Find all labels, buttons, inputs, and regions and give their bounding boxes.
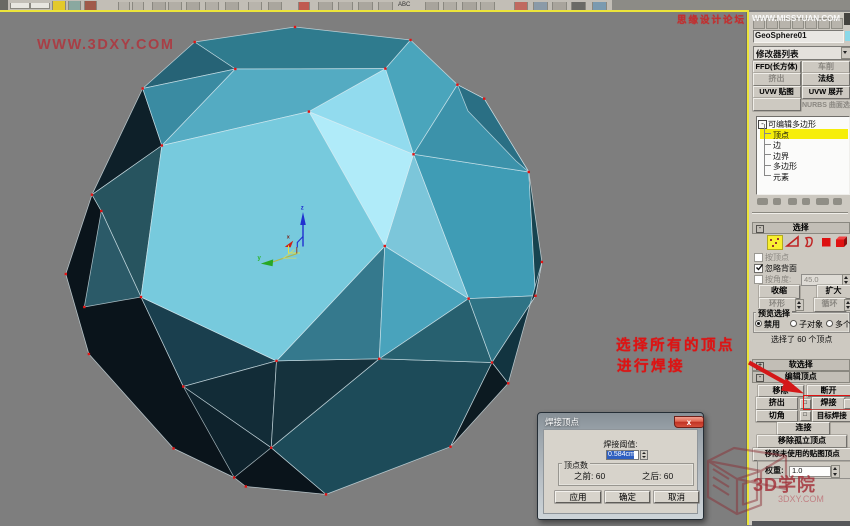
svg-text:z: z [301,206,304,212]
